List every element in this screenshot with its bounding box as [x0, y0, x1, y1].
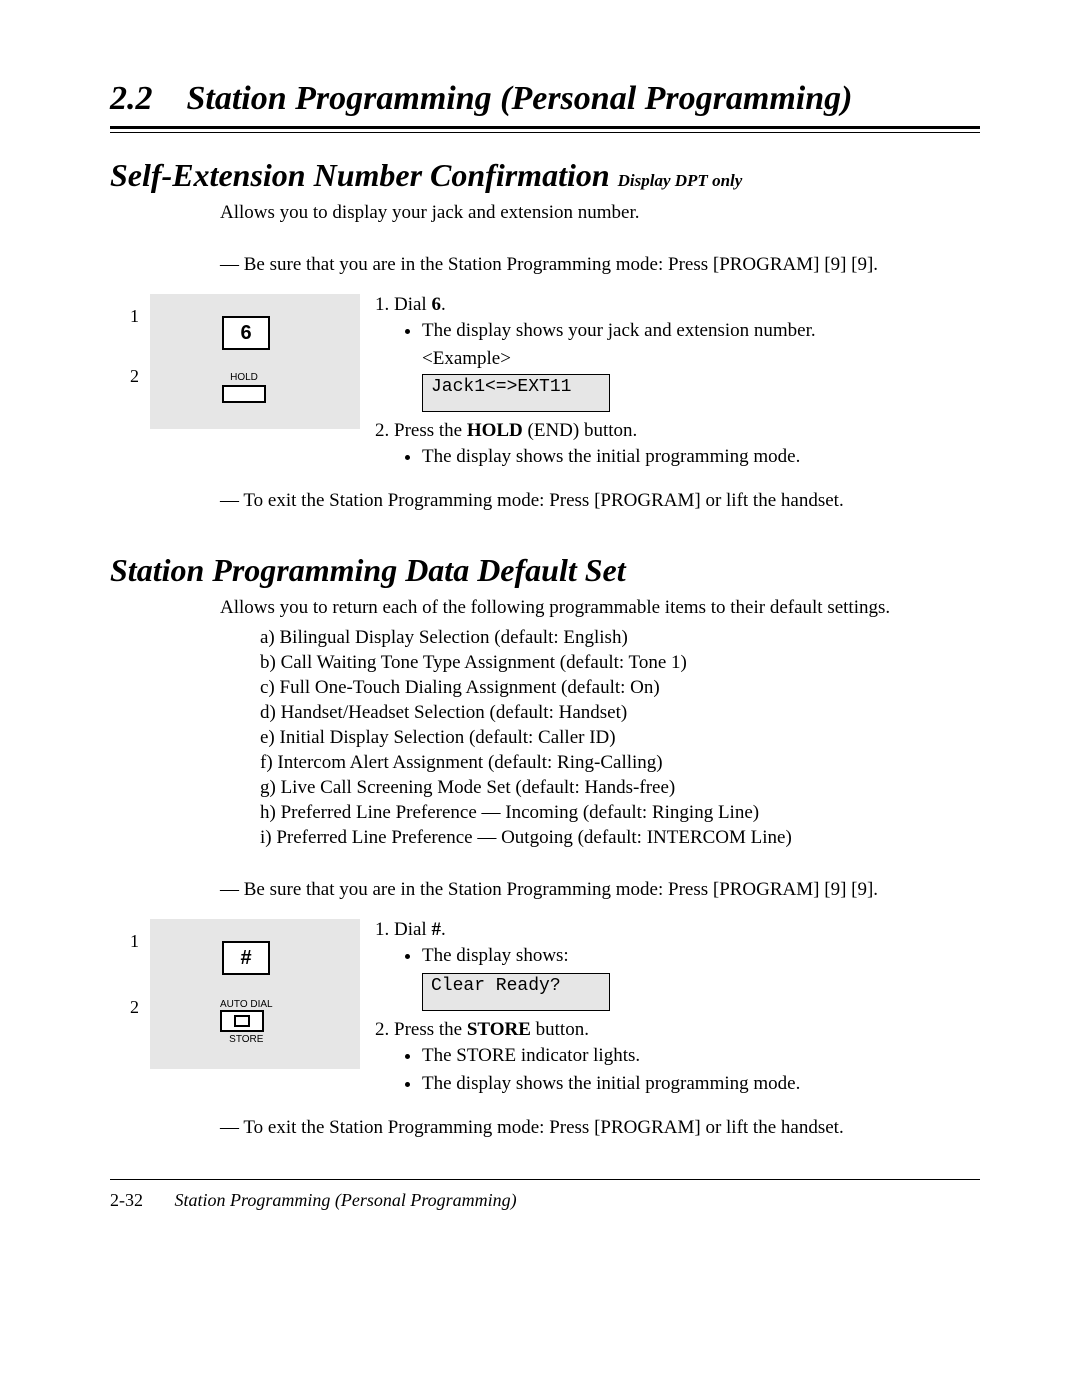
step-item: Press the HOLD (END) button. The display…: [394, 420, 980, 468]
step-bullet: The display shows the initial programmin…: [422, 446, 980, 468]
section-header: 2.2 Station Programming (Personal Progra…: [110, 80, 980, 118]
intro-text-2: Allows you to return each of the followi…: [220, 597, 980, 619]
example-label: <Example>: [422, 348, 980, 370]
diagram-step-num: 2: [130, 997, 139, 1018]
diagram-step-num: 1: [130, 306, 139, 327]
subsection-note: Display DPT only: [618, 171, 743, 190]
precondition-2: — Be sure that you are in the Station Pr…: [220, 879, 980, 901]
footer-title: Station Programming (Personal Programmin…: [175, 1190, 517, 1210]
steps-list-1: Dial 6. The display shows your jack and …: [372, 294, 980, 474]
header-rule: [110, 126, 980, 133]
diagram-step-num: 1: [130, 931, 139, 952]
diagram-step-num: 2: [130, 366, 139, 387]
default-item: b) Call Waiting Tone Type Assignment (de…: [260, 652, 980, 674]
hash-key-icon: #: [222, 941, 270, 975]
step-bullet: The display shows your jack and extensio…: [422, 320, 980, 342]
exit-note-2: — To exit the Station Programming mode: …: [220, 1117, 980, 1139]
footer-rule: [110, 1179, 980, 1180]
default-item: f) Intercom Alert Assignment (default: R…: [260, 752, 980, 774]
step-item: Dial 6. The display shows your jack and …: [394, 294, 980, 412]
step-item: Dial #. The display shows: Clear Ready?: [394, 919, 980, 1011]
step-bullet: The display shows:: [422, 945, 980, 967]
key-diagram-2: 1 2 # AUTO DIAL STORE: [150, 919, 360, 1069]
default-item: a) Bilingual Display Selection (default:…: [260, 627, 980, 649]
steps-list-2: Dial #. The display shows: Clear Ready? …: [372, 919, 980, 1101]
default-item: g) Live Call Screening Mode Set (default…: [260, 777, 980, 799]
step-bullet: The display shows the initial programmin…: [422, 1073, 980, 1095]
section-number: 2.2: [110, 80, 153, 117]
autodial-label: AUTO DIAL: [220, 999, 273, 1010]
store-label: STORE: [220, 1034, 273, 1045]
default-item: i) Preferred Line Preference — Outgoing …: [260, 827, 980, 849]
section-title: Station Programming (Personal Programmin…: [187, 80, 853, 117]
key-diagram-1: 1 2 6 HOLD: [150, 294, 360, 429]
step-bullet: The STORE indicator lights.: [422, 1045, 980, 1067]
subsection-heading-2: Station Programming Data Default Set: [110, 552, 980, 589]
page-footer: 2-32 Station Programming (Personal Progr…: [110, 1190, 980, 1211]
lcd-display-2: Clear Ready?: [422, 973, 610, 1011]
hold-key-label: HOLD: [222, 372, 266, 383]
subsection-heading-1: Self-Extension Number Confirmation Displ…: [110, 157, 980, 194]
precondition-1: — Be sure that you are in the Station Pr…: [220, 254, 980, 276]
lcd-display-1: Jack1<=>EXT11: [422, 374, 610, 412]
page-number: 2-32: [110, 1190, 170, 1211]
default-item: c) Full One-Touch Dialing Assignment (de…: [260, 677, 980, 699]
hold-key-icon: [222, 385, 266, 403]
defaults-list: a) Bilingual Display Selection (default:…: [260, 627, 980, 849]
intro-text-1: Allows you to display your jack and exte…: [220, 202, 980, 224]
store-key-icon: [220, 1010, 264, 1032]
default-item: h) Preferred Line Preference — Incoming …: [260, 802, 980, 824]
default-item: e) Initial Display Selection (default: C…: [260, 727, 980, 749]
step-item: Press the STORE button. The STORE indica…: [394, 1019, 980, 1095]
exit-note-1: — To exit the Station Programming mode: …: [220, 490, 980, 512]
default-item: d) Handset/Headset Selection (default: H…: [260, 702, 980, 724]
dial-key-icon: 6: [222, 316, 270, 350]
